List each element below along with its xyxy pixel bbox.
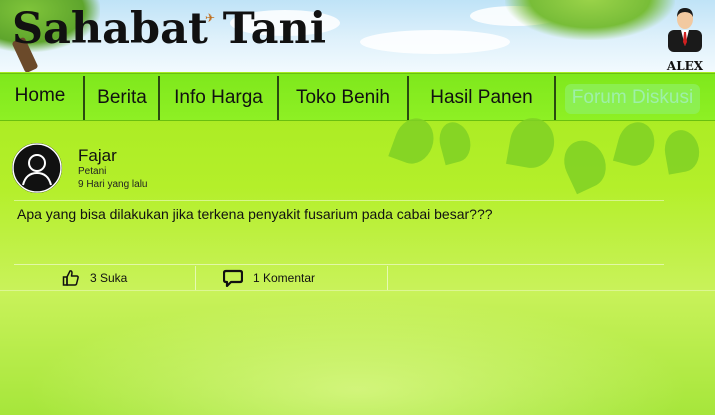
nav-divider [554, 76, 556, 120]
nav-label: Hasil Panen [430, 87, 533, 108]
site-title[interactable]: Sahabat Tani [12, 8, 326, 51]
nav-forum-diskusi[interactable]: Forum Diskusi [565, 74, 700, 122]
nav-label: Forum Diskusi [571, 87, 694, 108]
nav-home[interactable]: Home [0, 74, 80, 122]
nav-divider [407, 76, 409, 120]
like-count: 3 Suka [90, 271, 128, 285]
nav-hasil-panen[interactable]: Hasil Panen [410, 74, 553, 122]
bird-icon: ✈ [205, 11, 216, 25]
nav-toko-benih[interactable]: Toko Benih [280, 74, 406, 122]
nav-info-harga[interactable]: Info Harga [161, 74, 276, 122]
leaf-decoration [435, 118, 475, 166]
businessman-avatar-icon [668, 8, 702, 52]
cloud-decoration [360, 30, 510, 54]
nav-divider [158, 76, 160, 120]
nav-berita[interactable]: Berita [86, 74, 158, 122]
nav-label: Berita [97, 87, 147, 108]
comment-icon [223, 269, 243, 287]
post-author-role: Petani [78, 166, 107, 177]
post-timestamp: 9 Hari yang lalu [78, 179, 148, 190]
action-divider [195, 266, 196, 290]
user-avatar-icon [12, 143, 62, 193]
post-author-avatar[interactable] [12, 143, 62, 193]
leaf-decoration [612, 118, 660, 170]
user-name: ALEX [666, 59, 704, 72]
leaf-decoration [556, 133, 614, 195]
nav-label: Home [14, 85, 66, 106]
action-divider [387, 266, 388, 290]
user-profile[interactable]: ALEX [663, 6, 707, 72]
tree-leaves-decoration [505, 0, 675, 40]
nav-divider [277, 76, 279, 120]
nav-label: Info Harga [174, 87, 263, 108]
leaf-decoration [505, 114, 559, 172]
nav-label: Toko Benih [295, 87, 390, 108]
post-body: Apa yang bisa dilakukan jika terkena pen… [17, 206, 493, 222]
comment-count: 1 Komentar [253, 271, 316, 285]
comment-button[interactable]: 1 Komentar [223, 267, 315, 289]
thumbs-up-icon [62, 270, 79, 286]
light-glow-decoration [0, 290, 715, 415]
post-divider [14, 264, 664, 265]
site-header: Sahabat Tani ✈ ALEX [0, 0, 715, 72]
post-divider [14, 200, 664, 201]
main-navbar: Home Berita Info Harga Toko Benih Hasil … [0, 73, 715, 121]
like-button[interactable]: 3 Suka [62, 267, 127, 289]
leaf-decoration [661, 127, 703, 175]
nav-divider [83, 76, 85, 120]
post-bottom-divider [0, 290, 715, 291]
post-author-name[interactable]: Fajar [78, 146, 117, 166]
